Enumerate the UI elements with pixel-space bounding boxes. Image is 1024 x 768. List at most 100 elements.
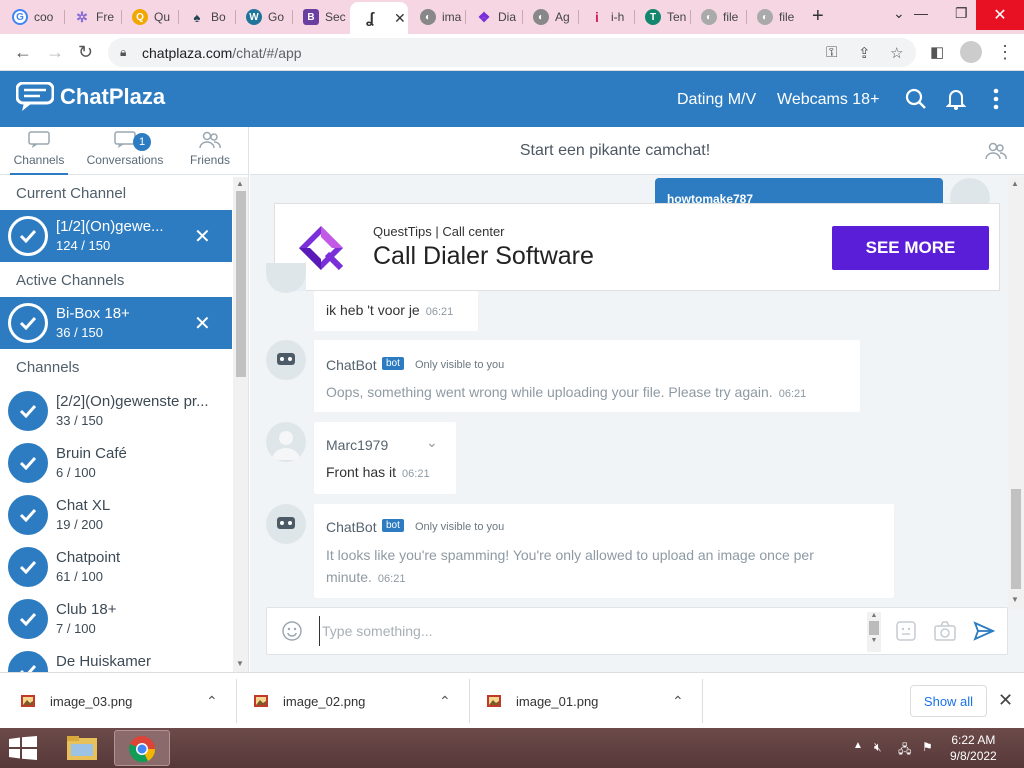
book-icon: ♠ (193, 9, 201, 25)
webcams-link[interactable]: Webcams 18+ (777, 91, 879, 109)
see-more-button[interactable]: SEE MORE (832, 226, 989, 270)
profile-avatar[interactable] (960, 41, 982, 63)
channel-item[interactable]: De Huiskamer (0, 645, 232, 672)
channel-item[interactable]: Chat XL 19 / 200 (0, 489, 232, 541)
sidebar-tabs: Channels Conversations 1 Friends (0, 127, 248, 175)
network-icon[interactable]: 🖧 (898, 740, 911, 761)
reload-icon[interactable]: ↻ (78, 42, 93, 63)
close-window-button[interactable]: ✕ (976, 0, 1024, 30)
download-item[interactable]: image_01.png ⌃ (486, 673, 696, 729)
search-icon[interactable] (905, 88, 927, 110)
active-channel-item[interactable]: Bi-Box 18+ 36 / 150 ✕ (0, 297, 232, 349)
key-icon[interactable]: ⚿ (826, 44, 837, 61)
scroll-down-arrow-icon[interactable]: ▼ (1011, 595, 1019, 604)
bot-message: ChatBot bot Only visible to you Oops, so… (314, 340, 860, 412)
robot-icon (277, 353, 295, 365)
chat-scrollbar[interactable]: ▲ ▼ (1008, 177, 1024, 609)
browser-tab-active[interactable]: ʆ ✕ (350, 2, 408, 34)
dating-link[interactable]: Dating M/V (677, 91, 756, 109)
users-icon[interactable] (985, 142, 1007, 160)
sidebar-scroll-thumb[interactable] (236, 191, 246, 377)
notification-flag-icon[interactable]: ⚑ (922, 740, 933, 754)
bookmark-star-icon[interactable]: ☆ (890, 44, 903, 62)
sidebar-scrollbar[interactable]: ▲ ▼ (233, 177, 248, 672)
browser-tab[interactable]: i i-h (577, 6, 635, 28)
downloads-bar: image_03.png ⌃ image_02.png ⌃ image_01.p… (0, 672, 1024, 728)
send-icon[interactable] (973, 620, 995, 642)
chevron-up-icon[interactable]: ⌃ (206, 693, 218, 710)
browser-tab[interactable]: ◐ file (745, 6, 803, 28)
i-icon: i (595, 9, 599, 25)
chat-message: ik heb 't voor je 06:21 (314, 291, 478, 331)
close-downloads-icon[interactable]: ✕ (998, 690, 1013, 711)
leave-channel-close-icon[interactable]: ✕ (194, 311, 211, 336)
message-input[interactable] (319, 616, 859, 646)
quest-icon: ❖ (477, 8, 491, 25)
download-item[interactable]: image_03.png ⌃ (20, 673, 230, 729)
chat-scroll-thumb[interactable] (1011, 489, 1021, 589)
chevron-up-icon[interactable]: ⌃ (439, 693, 451, 710)
emoji-icon[interactable] (281, 620, 303, 642)
check-badge-icon (8, 303, 48, 343)
leave-channel-close-icon[interactable]: ✕ (194, 224, 211, 249)
file-explorer-taskbar-button[interactable] (54, 730, 110, 766)
browser-tab[interactable]: ♠ Bo (177, 6, 235, 28)
browser-tab[interactable]: ◐ Ag (521, 6, 579, 28)
browser-tab[interactable]: ✲ Fre (62, 6, 120, 28)
channel-item[interactable]: Club 18+ 7 / 100 (0, 593, 232, 645)
download-item[interactable]: image_02.png ⌃ (253, 673, 463, 729)
advertisement-banner[interactable]: QuestTips | Call center Call Dialer Soft… (274, 203, 1000, 291)
browser-tab[interactable]: ◐ ima (408, 6, 466, 28)
minimize-icon[interactable]: — (914, 5, 928, 21)
volume-muted-icon[interactable]: 🔇︎ (874, 740, 882, 755)
channel-item[interactable]: Chatpoint 61 / 100 (0, 541, 232, 593)
browser-tab[interactable]: Q Qu (120, 6, 178, 28)
check-badge-icon (8, 216, 48, 256)
close-tab-icon[interactable]: ✕ (394, 10, 406, 27)
tab-search-chevron-icon[interactable]: ⌄ (893, 5, 905, 22)
windows-start-icon[interactable] (8, 736, 38, 760)
t-icon: T (645, 9, 661, 25)
check-badge-icon (8, 547, 48, 587)
chat-area: Start een pikante camchat! howtomake787 … (250, 127, 1024, 672)
new-tab-button[interactable]: + (812, 5, 824, 28)
browser-tab[interactable]: ❖ Dia (464, 6, 522, 28)
bot-avatar[interactable] (266, 340, 306, 380)
browser-tab[interactable]: ◐ file (689, 6, 747, 28)
bot-avatar[interactable] (266, 504, 306, 544)
browser-tab[interactable]: Gcoo (0, 6, 64, 28)
input-scrollbar[interactable]: ▲ ▼ (867, 612, 881, 652)
current-channel-item[interactable]: [1/2](On)gewe... 124 / 150 ✕ (0, 210, 232, 262)
more-vertical-icon[interactable] (993, 88, 999, 110)
chrome-menu-icon[interactable]: ⋮ (996, 42, 1014, 63)
tab-conversations[interactable]: Conversations (86, 131, 164, 167)
scroll-down-arrow-icon[interactable]: ▼ (236, 659, 244, 668)
avatar[interactable] (266, 422, 306, 462)
back-icon[interactable]: ← (14, 42, 32, 63)
taskbar-clock[interactable]: 6:22 AM 9/8/2022 (950, 732, 997, 764)
tray-expand-icon[interactable]: ▲ (853, 740, 863, 751)
camera-icon[interactable] (933, 620, 957, 642)
side-panel-icon[interactable]: ◧ (930, 43, 944, 61)
browser-tab[interactable]: T Ten (633, 6, 691, 28)
scroll-up-arrow-icon[interactable]: ▲ (236, 179, 244, 188)
chatplaza-logo[interactable]: ChatPlaza (16, 82, 165, 112)
restore-icon[interactable]: ❐ (955, 5, 968, 22)
scroll-up-arrow-icon[interactable]: ▲ (1011, 179, 1019, 188)
show-all-downloads-button[interactable]: Show all (910, 685, 987, 717)
tab-channels[interactable]: Channels (10, 131, 68, 175)
browser-tab[interactable]: W Go (234, 6, 292, 28)
browser-tab[interactable]: B Sec (291, 6, 349, 28)
channel-item[interactable]: [2/2](On)gewenste pr... 33 / 150 (0, 385, 232, 437)
sticker-icon[interactable] (895, 620, 917, 642)
image-file-icon (254, 695, 268, 707)
chevron-down-icon[interactable]: ⌄ (426, 434, 438, 451)
forward-icon[interactable]: → (46, 42, 64, 63)
bell-icon[interactable] (946, 88, 966, 110)
address-bar[interactable]: 🔒︎ chatplaza.com/chat/#/app ⚿ ⇪ ☆ (108, 38, 916, 67)
chevron-up-icon[interactable]: ⌃ (672, 693, 684, 710)
channel-item[interactable]: Bruin Café 6 / 100 (0, 437, 232, 489)
chrome-taskbar-button[interactable] (114, 730, 170, 766)
tab-friends[interactable]: Friends (186, 131, 234, 167)
share-icon[interactable]: ⇪ (858, 44, 871, 62)
